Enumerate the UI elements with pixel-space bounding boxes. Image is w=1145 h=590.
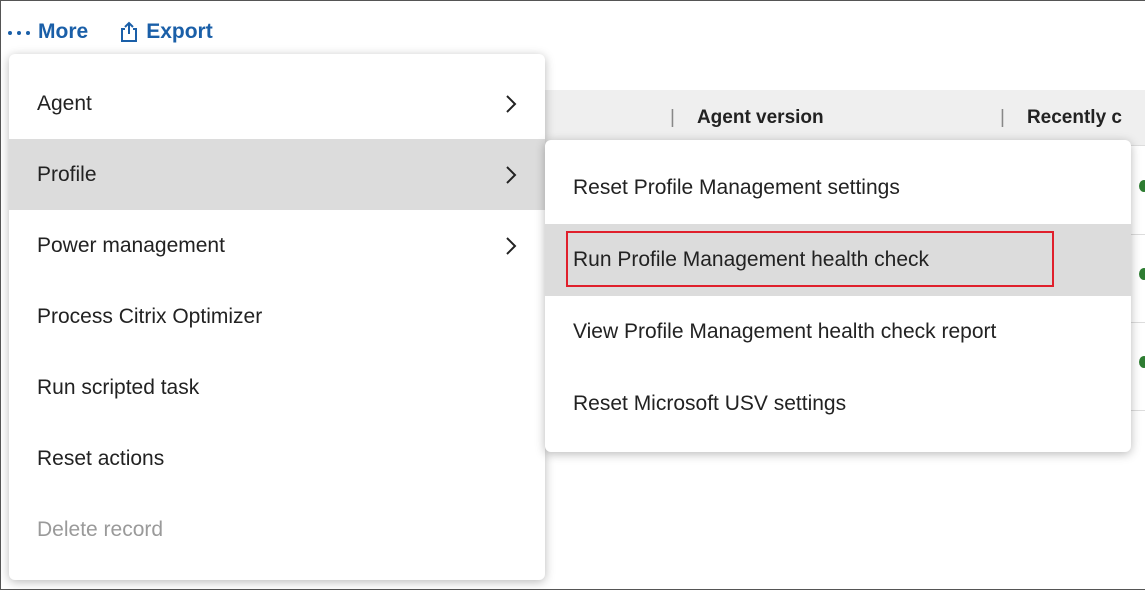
column-separator: | (1000, 107, 1005, 128)
export-button[interactable]: Export (120, 20, 213, 44)
submenu-item-label: View Profile Management health check rep… (573, 320, 997, 343)
submenu-item-label: Reset Microsoft USV settings (573, 392, 847, 415)
submenu-item-reset-microsoft-usv-settings[interactable]: Reset Microsoft USV settings (545, 368, 1131, 440)
column-header-agent-version[interactable]: | Agent version (670, 90, 824, 146)
menu-item-label: Reset actions (37, 446, 165, 470)
status-dot-icon (1139, 268, 1145, 280)
chevron-right-icon (505, 165, 517, 185)
chevron-right-icon (505, 94, 517, 114)
menu-item-reset-actions[interactable]: Reset actions (9, 423, 545, 494)
column-header-recently[interactable]: | Recently c (1000, 90, 1122, 146)
menu-item-power-management[interactable]: Power management (9, 210, 545, 281)
submenu-item-view-health-check-report[interactable]: View Profile Management health check rep… (545, 296, 1131, 368)
menu-item-agent[interactable]: Agent (9, 68, 545, 139)
menu-item-profile[interactable]: Profile (9, 139, 545, 210)
menu-item-label: Profile (37, 162, 97, 186)
column-separator: | (670, 107, 675, 128)
menu-item-label: Process Citrix Optimizer (37, 304, 263, 328)
more-label: More (38, 20, 89, 43)
status-dot-icon (1139, 356, 1145, 368)
more-dots-icon (8, 29, 30, 35)
chevron-right-icon (505, 236, 517, 256)
submenu-item-reset-profile-management-settings[interactable]: Reset Profile Management settings (545, 152, 1131, 224)
menu-item-delete-record: Delete record (9, 494, 545, 565)
export-label: Export (146, 20, 213, 43)
status-dot-icon (1139, 180, 1145, 192)
profile-submenu: Reset Profile Management settings Run Pr… (545, 140, 1131, 452)
table-header: | Agent version | Recently c (542, 90, 1145, 146)
column-header-label: Recently c (1026, 107, 1122, 128)
menu-item-run-scripted-task[interactable]: Run scripted task (9, 352, 545, 423)
export-icon (120, 21, 138, 43)
more-menu: Agent Profile Power management Process C… (9, 54, 545, 580)
submenu-item-label: Run Profile Management health check (573, 248, 930, 271)
toolbar: More Export (8, 14, 213, 50)
menu-item-label: Power management (37, 233, 225, 257)
submenu-item-label: Reset Profile Management settings (573, 176, 900, 199)
submenu-item-run-health-check[interactable]: Run Profile Management health check (545, 224, 1131, 296)
more-button[interactable]: More (8, 20, 88, 44)
column-header-label: Agent version (696, 107, 824, 128)
menu-item-label: Run scripted task (37, 375, 200, 399)
menu-item-process-citrix-optimizer[interactable]: Process Citrix Optimizer (9, 281, 545, 352)
menu-item-label: Delete record (37, 517, 164, 541)
menu-item-label: Agent (37, 91, 92, 115)
